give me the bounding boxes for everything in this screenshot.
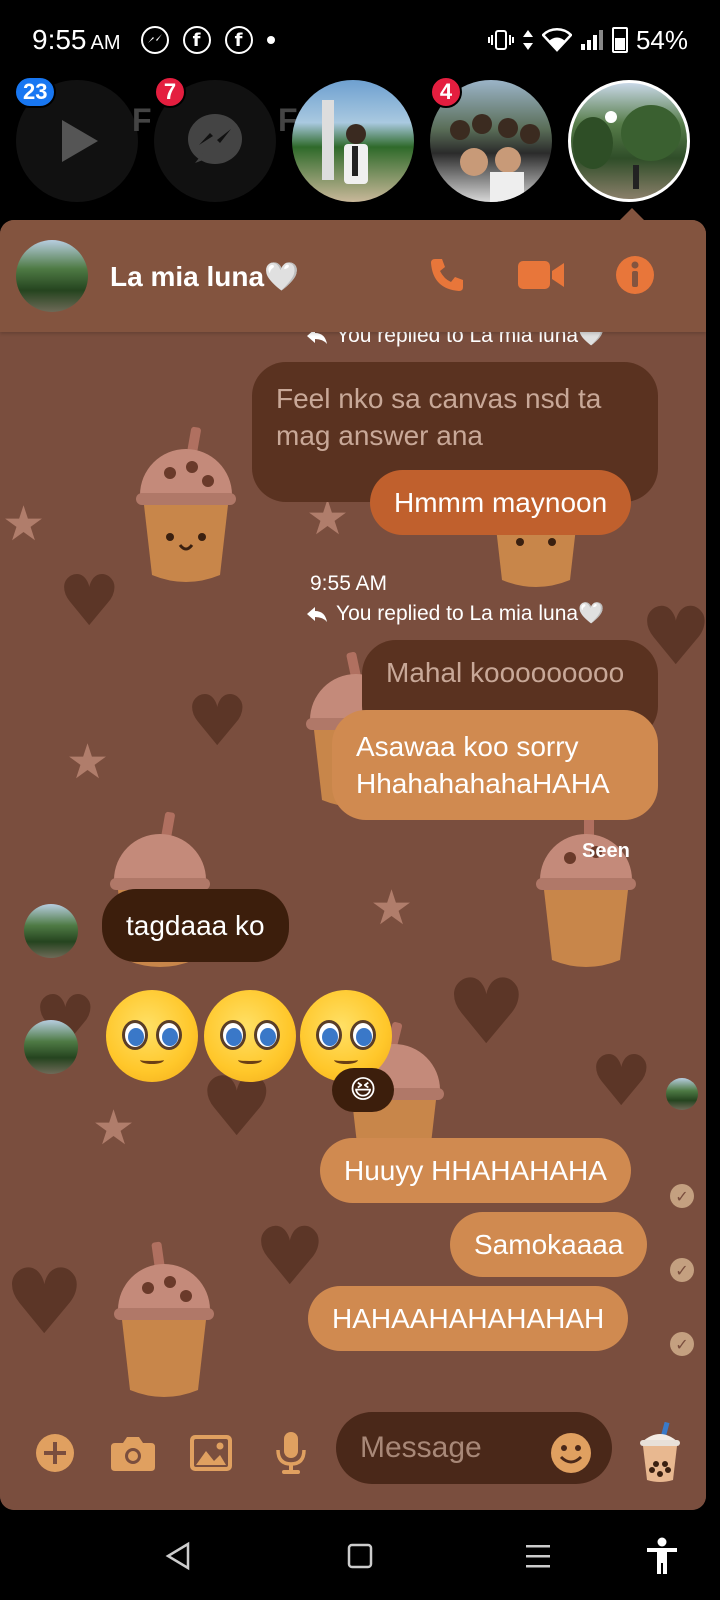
delivered-check-icon: ✓ [670, 1184, 694, 1208]
faded-label: F [132, 102, 152, 138]
sent-message[interactable]: HAHAAHAHAHAHAH [308, 1286, 629, 1351]
info-icon [616, 256, 654, 294]
more-notifications-dot-icon [266, 36, 275, 44]
status-ampm: AM [90, 32, 121, 54]
gallery-button[interactable] [186, 1428, 236, 1478]
read-receipt-avatar [666, 1078, 698, 1110]
seen-indicator: Seen [582, 840, 630, 862]
message-composer [0, 1398, 706, 1510]
camera-button[interactable] [108, 1428, 158, 1478]
panel-pointer [620, 208, 644, 220]
status-clock: 9:55 [32, 24, 87, 55]
back-triangle-icon [165, 1541, 190, 1571]
home-button[interactable] [338, 1534, 382, 1578]
recents-button[interactable] [516, 1534, 560, 1578]
voice-call-button[interactable] [424, 252, 470, 298]
unread-badge: 4 [430, 76, 462, 108]
message-timestamp: 9:55 AM [310, 572, 388, 595]
recents-lines-icon [526, 1545, 550, 1568]
pleading-face-emoji-icon[interactable] [204, 990, 296, 1082]
status-bar: 9:55 AM f f 54% [0, 0, 720, 80]
contact-avatar[interactable] [16, 240, 88, 312]
emoji-button[interactable] [540, 1422, 602, 1484]
video-call-button[interactable] [518, 252, 564, 298]
person-photo [322, 100, 368, 184]
conversation-info-button[interactable] [612, 252, 658, 298]
message-list[interactable]: You replied to La mia luna🤍 Feel nko sa … [0, 324, 706, 1510]
system-navigation-bar [0, 1510, 720, 1600]
accessibility-button[interactable] [640, 1534, 684, 1578]
sent-message[interactable]: Samokaaaa [450, 1212, 648, 1277]
status-time: 9:55 AM [32, 24, 121, 56]
accessibility-person-icon [647, 1537, 677, 1574]
delivered-check-icon: ✓ [670, 1332, 694, 1356]
notification-icons: f f [140, 26, 275, 54]
contact-avatar-small[interactable] [24, 1020, 78, 1074]
unread-badge: 23 [14, 76, 57, 108]
data-arrows-icon [522, 30, 533, 50]
sent-message[interactable]: Asawaa koo sorry HhahahahahaHAHA [332, 710, 658, 820]
active-chat-head-avatar[interactable] [568, 80, 690, 202]
video-camera-icon [518, 261, 564, 289]
camera-icon [111, 1437, 155, 1471]
delivered-check-icon: ✓ [670, 1258, 694, 1282]
image-icon [190, 1435, 232, 1471]
messenger-notification-icon [140, 26, 169, 54]
contact-name[interactable]: La mia luna🤍 [110, 260, 299, 293]
messenger-icon [188, 114, 242, 164]
chat-head-avatar[interactable] [292, 80, 414, 202]
more-actions-button[interactable] [30, 1428, 80, 1478]
voice-message-button[interactable] [266, 1428, 316, 1478]
microphone-icon [276, 1432, 306, 1474]
chat-heads-row: 23 F 7 F 4 [0, 76, 720, 220]
home-square-icon [347, 1543, 373, 1569]
plus-icon [36, 1434, 74, 1472]
smiley-icon [551, 1433, 591, 1473]
facebook-notification-icon: f [182, 26, 211, 54]
contact-avatar-small[interactable] [24, 904, 78, 958]
facebook-notification-icon-2: f [224, 26, 253, 54]
message-reaction[interactable]: 😆 [332, 1068, 394, 1112]
reply-label-text: You replied to La mia luna🤍 [336, 602, 605, 625]
phone-icon [431, 259, 463, 291]
reply-arrow-icon [307, 607, 327, 622]
battery-icon [611, 27, 628, 53]
signal-icon [580, 30, 603, 50]
unread-badge: 7 [154, 76, 186, 108]
sent-message[interactable]: Huuyy HHAHAHAHA [320, 1138, 631, 1203]
status-right: 54% [487, 24, 688, 56]
wifi-icon [541, 28, 572, 52]
sent-message[interactable]: Hmmm maynoon [370, 470, 632, 535]
boba-tea-icon [640, 1422, 680, 1482]
battery-percent: 54% [635, 24, 688, 55]
vibrate-icon [487, 30, 514, 50]
conversation-header: La mia luna🤍 [0, 220, 706, 332]
quick-reaction-button[interactable] [630, 1418, 690, 1488]
play-icon [62, 120, 98, 162]
pleading-face-emoji-icon[interactable] [106, 990, 198, 1082]
received-message[interactable]: tagdaaa ko [102, 889, 289, 962]
back-button[interactable] [156, 1534, 200, 1578]
reply-indicator: You replied to La mia luna🤍 [306, 602, 604, 626]
trees-photo [573, 105, 681, 189]
chat-panel: ♥ ♥ ♥ ♥ ♥ ♥ ♥ ♥ ♥ ★ ★ ★ ★ ★ La mia luna🤍… [0, 220, 706, 1510]
